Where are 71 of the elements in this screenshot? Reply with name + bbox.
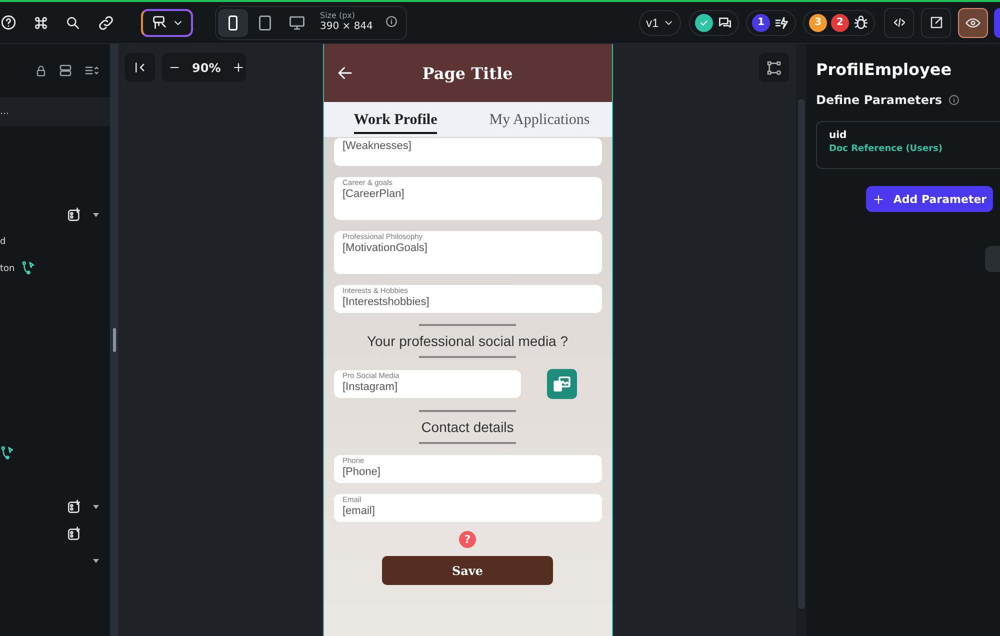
command-icon <box>33 14 49 30</box>
flow-icon <box>0 444 15 460</box>
count-badge: 1 <box>752 14 770 32</box>
graph-button[interactable] <box>759 53 789 82</box>
monitor-icon <box>288 14 306 32</box>
zoom-level: 90% <box>192 60 221 74</box>
info-icon <box>384 15 398 28</box>
widget-dropdown[interactable] <box>141 8 193 36</box>
flow-icon <box>20 260 36 274</box>
toolbar-button[interactable] <box>994 8 1000 38</box>
tab[interactable]: My Applications <box>468 102 612 137</box>
input-field[interactable]: [Weaknesses] <box>334 138 602 166</box>
section-heading: Contact details <box>421 418 514 437</box>
device-button[interactable] <box>218 8 248 36</box>
zoom-in-button[interactable] <box>232 61 245 74</box>
parameter-card[interactable]: uid Doc Reference (Users) <box>816 121 1000 169</box>
code-button[interactable] <box>884 8 914 38</box>
parameter-type: Doc Reference (Users) <box>829 144 944 154</box>
bolt-icon <box>774 14 790 30</box>
info-icon <box>948 94 960 106</box>
caret-icon[interactable] <box>92 558 100 564</box>
plus-icon <box>872 192 886 206</box>
count-badge: 3 <box>809 14 827 32</box>
collapse-button[interactable] <box>125 53 155 82</box>
add-parameter-button[interactable]: Add Parameter <box>866 186 993 212</box>
section-heading: Your professional social media ? <box>366 332 568 351</box>
caret-icon[interactable] <box>92 212 100 218</box>
chat-icon <box>717 14 733 30</box>
search-button[interactable] <box>65 14 81 30</box>
preview-button[interactable] <box>958 8 988 38</box>
link-icon <box>97 14 115 32</box>
size-label: Size (px) <box>320 11 356 22</box>
version-dropdown[interactable]: v1 <box>639 10 681 36</box>
add-widget-icon <box>66 206 82 222</box>
page-title: Page Title <box>421 64 514 82</box>
back-arrow-icon <box>336 64 354 82</box>
add-widget-icon <box>66 498 82 514</box>
nodes-icon <box>766 60 782 76</box>
open-external-button[interactable] <box>921 8 951 38</box>
tab[interactable]: Work Profile <box>324 102 468 137</box>
size-value: 390 × 844 <box>320 21 373 34</box>
bug-icon <box>853 14 869 30</box>
scrollbar[interactable] <box>798 99 804 609</box>
command-button[interactable] <box>33 14 49 30</box>
caret-icon[interactable] <box>92 504 100 510</box>
tablet-icon <box>256 14 274 32</box>
search-icon <box>65 14 81 30</box>
lock-icon <box>34 64 48 78</box>
widget-icon <box>150 14 168 31</box>
resize-handle[interactable] <box>112 328 116 352</box>
actions-button[interactable]: 1 <box>746 10 796 36</box>
stack-icon <box>58 63 73 78</box>
parameter-name: uid <box>829 130 848 141</box>
help-button[interactable] <box>0 14 17 31</box>
help-icon <box>0 14 17 31</box>
count-badge: 2 <box>831 14 849 32</box>
page-name: ProfilEmployee <box>816 60 953 79</box>
tree-item[interactable]: d <box>0 236 6 246</box>
image-button[interactable] <box>546 369 576 399</box>
save-button[interactable]: Save <box>382 556 553 585</box>
link-button[interactable] <box>97 14 115 32</box>
add-widget-icon <box>66 526 82 542</box>
issues-button[interactable]: 3 2 <box>803 10 875 36</box>
comments-button[interactable] <box>689 10 739 36</box>
section-title: Define Parameters <box>816 93 942 107</box>
external-link-icon <box>928 15 944 30</box>
tree-item[interactable]: … <box>0 106 9 116</box>
image-icon <box>552 374 572 394</box>
code-icon <box>892 15 906 30</box>
tree-item[interactable]: ton <box>0 264 15 274</box>
plus-icon <box>232 61 245 74</box>
